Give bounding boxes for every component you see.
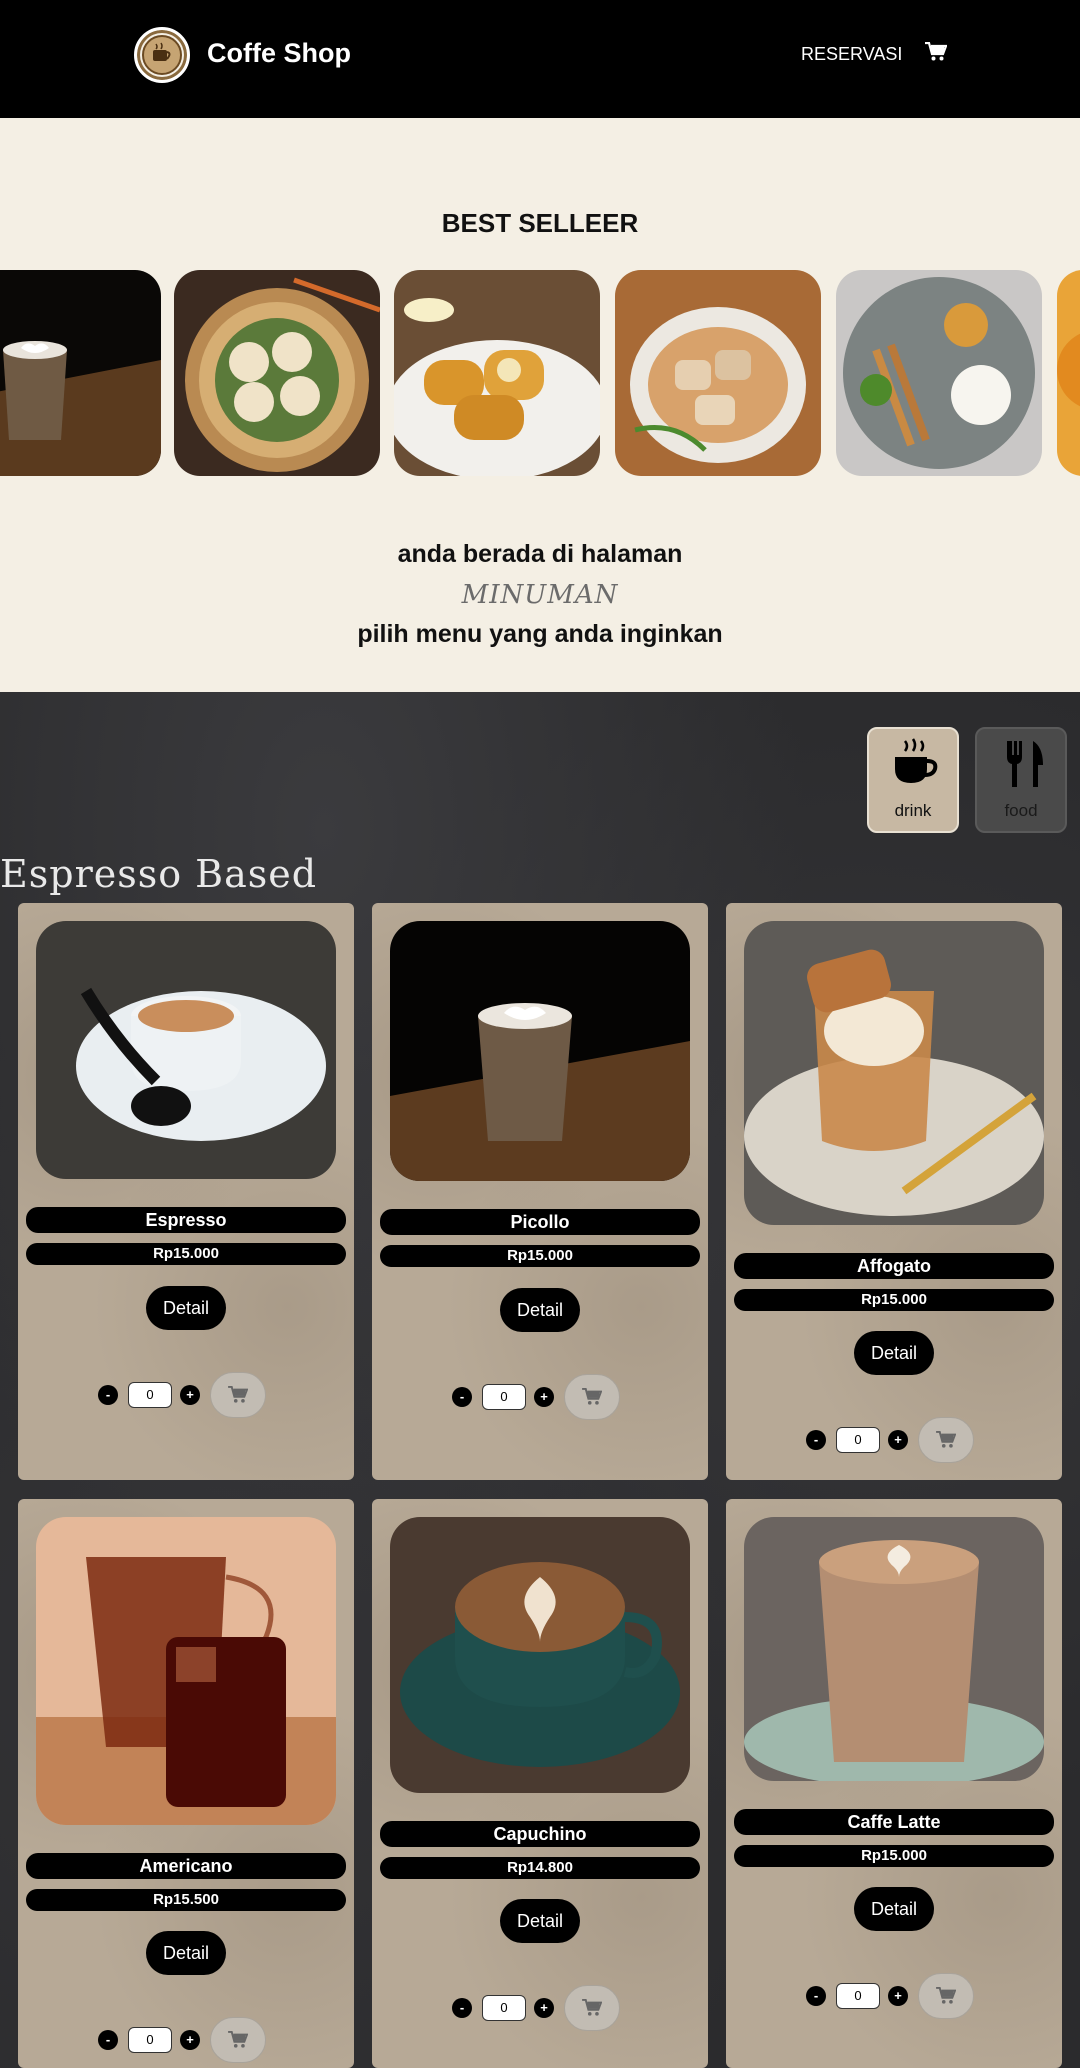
best-seller-carousel[interactable] xyxy=(0,270,1080,476)
qty-input[interactable]: 0 xyxy=(128,2027,172,2053)
quantity-stepper: - 0 + xyxy=(98,1372,278,1418)
product-card: Picollo Rp15.000 Detail - 0 + xyxy=(372,903,708,1480)
caffe-latte-image xyxy=(744,1517,1044,1781)
product-price: Rp15.000 xyxy=(734,1845,1054,1867)
intro-line-3: pilih menu yang anda inginkan xyxy=(357,620,723,648)
qty-increase-button[interactable]: + xyxy=(888,1430,908,1450)
product-name: Capuchino xyxy=(380,1821,700,1847)
detail-button[interactable]: Detail xyxy=(146,1286,226,1330)
category-drink-label: drink xyxy=(894,801,932,820)
qty-input[interactable]: 0 xyxy=(836,1427,880,1453)
product-name: Affogato xyxy=(734,1253,1054,1279)
product-name: Caffe Latte xyxy=(734,1809,1054,1835)
category-food-button[interactable]: food xyxy=(975,727,1067,833)
qty-decrease-button[interactable]: - xyxy=(806,1430,826,1450)
qty-decrease-button[interactable]: - xyxy=(452,1387,472,1407)
detail-button[interactable]: Detail xyxy=(854,1331,934,1375)
cart-icon xyxy=(228,2031,248,2048)
coffee-logo-icon[interactable] xyxy=(134,27,190,83)
qty-increase-button[interactable]: + xyxy=(888,1986,908,2006)
fried-siomay-image[interactable] xyxy=(615,270,821,476)
detail-button[interactable]: Detail xyxy=(500,1288,580,1332)
add-to-cart-button[interactable] xyxy=(564,1985,620,2031)
product-card: Americano Rp15.500 Detail - 0 + xyxy=(18,1499,354,2068)
cart-icon xyxy=(936,1431,956,1448)
category-food-label: food xyxy=(1004,801,1038,820)
add-to-cart-button[interactable] xyxy=(210,2017,266,2063)
add-to-cart-button[interactable] xyxy=(918,1973,974,2019)
qty-input[interactable]: 0 xyxy=(482,1995,526,2021)
section-title: Espresso Based xyxy=(0,852,318,896)
espresso-image xyxy=(36,921,336,1179)
product-price: Rp15.500 xyxy=(26,1889,346,1911)
qty-increase-button[interactable]: + xyxy=(534,1998,554,2018)
qty-input[interactable]: 0 xyxy=(836,1983,880,2009)
quantity-stepper: - 0 + xyxy=(806,1973,986,2019)
nav-link-reservasi[interactable]: RESERVASI xyxy=(801,44,902,65)
add-to-cart-button[interactable] xyxy=(918,1417,974,1463)
product-card: Caffe Latte Rp15.000 Detail - 0 + xyxy=(726,1499,1062,2068)
quantity-stepper: - 0 + xyxy=(98,2017,278,2063)
product-price: Rp15.000 xyxy=(26,1243,346,1265)
product-card: Affogato Rp15.000 Detail - 0 + xyxy=(726,903,1062,1480)
detail-button[interactable]: Detail xyxy=(854,1887,934,1931)
product-card: Capuchino Rp14.800 Detail - 0 + xyxy=(372,1499,708,2068)
product-name: Americano xyxy=(26,1853,346,1879)
capuchino-image xyxy=(390,1517,690,1793)
product-name: Picollo xyxy=(380,1209,700,1235)
fork-knife-icon xyxy=(997,737,1049,794)
quantity-stepper: - 0 + xyxy=(452,1374,632,1420)
category-drink-button[interactable]: drink xyxy=(867,727,959,833)
orange-dessert-image[interactable] xyxy=(1057,270,1080,476)
coffee-cup-icon xyxy=(889,737,941,794)
detail-button[interactable]: Detail xyxy=(146,1931,226,1975)
piccolo-latte-image[interactable] xyxy=(0,270,161,476)
dimsum-image[interactable] xyxy=(174,270,380,476)
picollo-image xyxy=(390,921,690,1181)
top-navbar: Coffe Shop RESERVASI xyxy=(0,0,1080,118)
cart-icon xyxy=(936,1987,956,2004)
quantity-stepper: - 0 + xyxy=(806,1417,986,1463)
best-seller-title: BEST SELLEER xyxy=(441,208,639,238)
product-name: Espresso xyxy=(26,1207,346,1233)
detail-button[interactable]: Detail xyxy=(500,1899,580,1943)
qty-decrease-button[interactable]: - xyxy=(98,2030,118,2050)
add-to-cart-button[interactable] xyxy=(564,1374,620,1420)
americano-image xyxy=(36,1517,336,1825)
add-to-cart-button[interactable] xyxy=(210,1372,266,1418)
qty-input[interactable]: 0 xyxy=(482,1384,526,1410)
qty-input[interactable]: 0 xyxy=(128,1382,172,1408)
product-card: Espresso Rp15.000 Detail - 0 + xyxy=(18,903,354,1480)
cart-icon xyxy=(582,1388,602,1405)
cart-icon xyxy=(582,1999,602,2016)
qty-increase-button[interactable]: + xyxy=(180,2030,200,2050)
satay-rice-image[interactable] xyxy=(836,270,1042,476)
qty-decrease-button[interactable]: - xyxy=(452,1998,472,2018)
intro-page-name: MINUMAN xyxy=(461,580,619,610)
fried-roll-image[interactable] xyxy=(394,270,600,476)
cart-icon[interactable] xyxy=(925,41,949,64)
qty-decrease-button[interactable]: - xyxy=(806,1986,826,2006)
product-price: Rp15.000 xyxy=(734,1289,1054,1311)
cart-icon xyxy=(228,1386,248,1403)
product-price: Rp15.000 xyxy=(380,1245,700,1267)
qty-increase-button[interactable]: + xyxy=(534,1387,554,1407)
affogato-image xyxy=(744,921,1044,1225)
intro-line-1: anda berada di halaman xyxy=(397,540,683,568)
brand-name[interactable]: Coffe Shop xyxy=(207,38,351,69)
qty-decrease-button[interactable]: - xyxy=(98,1385,118,1405)
qty-increase-button[interactable]: + xyxy=(180,1385,200,1405)
product-price: Rp14.800 xyxy=(380,1857,700,1879)
quantity-stepper: - 0 + xyxy=(452,1985,632,2031)
